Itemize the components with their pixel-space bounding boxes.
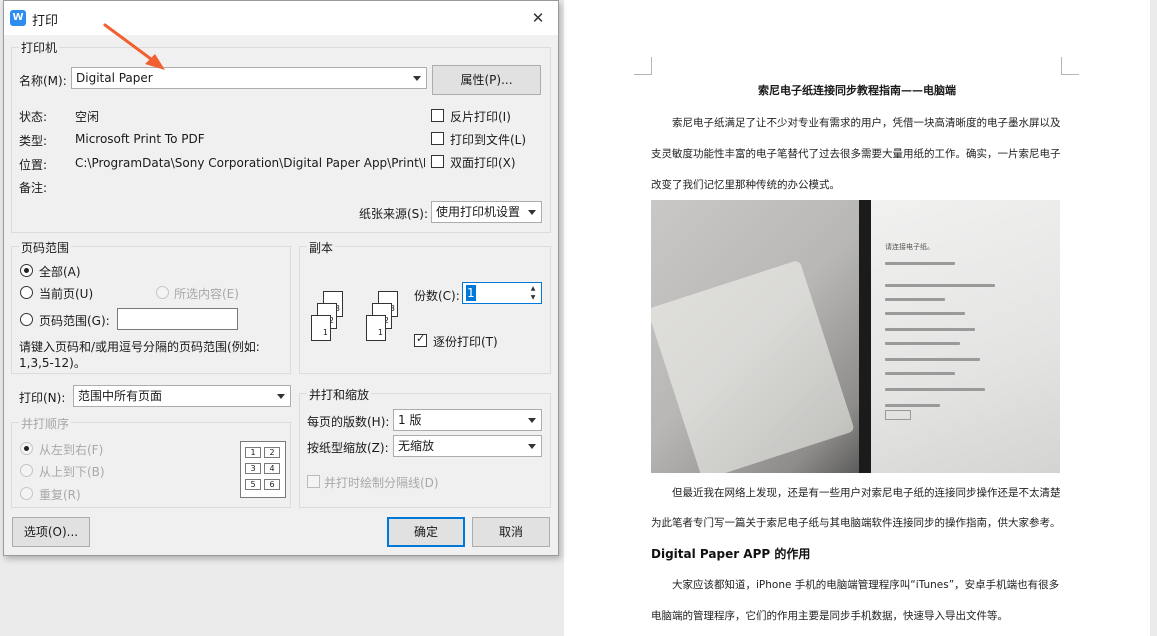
order-top-bottom-label[interactable]: 从上到下(B): [39, 463, 105, 480]
page-range-hint: 1,3,5-12)。: [19, 356, 86, 370]
close-icon[interactable]: ✕: [526, 7, 550, 29]
reverse-print-label[interactable]: 反片打印(I): [450, 108, 511, 125]
pages-per-sheet-label: 每页的版数(H):: [307, 415, 390, 429]
zoom-group-label: 并打和缩放: [307, 386, 372, 403]
type-label: 类型:: [19, 134, 48, 148]
chevron-down-icon: [413, 76, 421, 81]
pages-per-sheet-select[interactable]: 1 版: [393, 409, 542, 431]
pages-per-sheet-value: 1 版: [398, 413, 422, 427]
copies-value[interactable]: 1: [466, 285, 476, 301]
order-repeat-radio[interactable]: [20, 487, 33, 500]
paper-source-value: 使用打印机设置: [436, 205, 521, 219]
photo-tablet-screen: 请连接电子纸。: [859, 200, 1060, 473]
range-selection-radio[interactable]: [156, 286, 169, 299]
page-range-input[interactable]: [117, 308, 238, 330]
order-repeat-label[interactable]: 重复(R): [39, 486, 81, 503]
cancel-button[interactable]: 取消: [472, 517, 550, 547]
scale-select[interactable]: 无缩放: [393, 435, 542, 457]
range-all-label[interactable]: 全部(A): [39, 263, 81, 280]
print-dialog: W 打印 ✕ 打印机 名称(M): Digital Paper 属性(P)...…: [3, 0, 559, 556]
range-current-radio[interactable]: [20, 286, 33, 299]
reverse-print-checkbox[interactable]: [431, 109, 444, 122]
chevron-down-icon: [528, 418, 536, 423]
doc-paragraph-line: 大家应该都知道，iPhone 手机的电脑端管理程序叫“iTunes”，安卓手机端…: [672, 579, 1060, 591]
scale-value: 无缩放: [398, 439, 435, 453]
collate-label[interactable]: 逐份打印(T): [433, 333, 498, 350]
doc-paragraph-line: 为此笔者专门写一篇关于索尼电子纸与其电脑端软件连接同步的操作指南，供大家参考。: [651, 517, 1061, 529]
order-left-right-label[interactable]: 从左到右(F): [39, 441, 103, 458]
duplex-checkbox[interactable]: [431, 155, 444, 168]
range-pages-label[interactable]: 页码范围(G):: [39, 312, 110, 329]
photo-screen-text: 请连接电子纸。: [885, 243, 934, 251]
print-to-file-checkbox[interactable]: [431, 132, 444, 145]
wps-app-icon: W: [10, 10, 26, 26]
doc-paragraph-line: 改变了我们记忆里那种传统的办公模式。: [651, 179, 840, 191]
spin-up-icon[interactable]: ▲: [526, 284, 540, 293]
duplex-label[interactable]: 双面打印(X): [450, 154, 516, 171]
doc-paragraph-line: 电脑端的管理程序，它们的作用主要是同步手机数据，快速导入导出文件等。: [651, 610, 1008, 622]
print-what-select[interactable]: 范围中所有页面: [73, 385, 291, 407]
location-value: C:\ProgramData\Sony Corporation\Digital …: [75, 156, 425, 170]
status-value: 空闲: [75, 110, 100, 124]
collate-checkbox[interactable]: [414, 332, 427, 347]
chevron-down-icon: [277, 394, 285, 399]
doc-paragraph-line: 索尼电子纸满足了让不少对专业有需求的用户，凭借一块高清晰度的电子墨水屏以及一: [672, 117, 1061, 129]
page-corner-mark: [634, 57, 652, 75]
copies-group-label: 副本: [307, 239, 336, 256]
photo-blurred-device: [651, 259, 855, 473]
doc-paragraph-line: 支灵敏度功能性丰富的电子笔替代了过去很多需要大量用纸的工作。确实，一片索尼电子纸: [651, 148, 1061, 160]
range-selection-label[interactable]: 所选内容(E): [174, 285, 239, 302]
printer-group-label: 打印机: [19, 39, 60, 56]
scale-label: 按纸型缩放(Z):: [307, 441, 389, 455]
paper-source-select[interactable]: 使用打印机设置: [431, 201, 542, 223]
location-label: 位置:: [19, 158, 48, 172]
page-range-group-label: 页码范围: [19, 239, 72, 256]
annotation-arrow-icon: [103, 23, 165, 70]
comment-label: 备注:: [19, 181, 48, 195]
status-label: 状态:: [19, 110, 48, 124]
range-pages-radio[interactable]: [20, 313, 33, 326]
doc-heading: Digital Paper APP 的作用: [651, 547, 811, 561]
order-top-bottom-radio[interactable]: [20, 464, 33, 477]
page-order-preview: 1 2 3 4 5 6: [240, 441, 286, 498]
spin-down-icon[interactable]: ▼: [526, 293, 540, 302]
document-page: 索尼电子纸连接同步教程指南——电脑端 索尼电子纸满足了让不少对专业有需求的用户，…: [564, 0, 1150, 636]
paper-source-label: 纸张来源(S):: [359, 207, 429, 221]
doc-paragraph-line: 但最近我在网络上发现，还是有一些用户对索尼电子纸的连接同步操作还是不太清楚，: [672, 487, 1061, 499]
options-button[interactable]: 选项(O)...: [12, 517, 90, 547]
draw-divider-label[interactable]: 并打时绘制分隔线(D): [324, 474, 439, 491]
ok-button[interactable]: 确定: [387, 517, 465, 547]
draw-divider-checkbox[interactable]: [307, 475, 320, 488]
copies-label: 份数(C):: [414, 289, 460, 303]
dialog-title: 打印: [32, 14, 59, 29]
page-corner-mark: [1061, 57, 1079, 75]
properties-button[interactable]: 属性(P)...: [432, 65, 541, 95]
print-what-value: 范围中所有页面: [78, 389, 163, 403]
type-value: Microsoft Print To PDF: [75, 132, 205, 146]
copies-stepper[interactable]: 1 ▲ ▼: [462, 282, 542, 304]
print-order-group-label: 并打顺序: [19, 415, 72, 432]
order-left-right-radio[interactable]: [20, 442, 33, 455]
page-range-hint: 请键入页码和/或用逗号分隔的页码范围(例如:: [19, 340, 260, 354]
printer-name-label: 名称(M):: [19, 74, 67, 88]
range-all-radio[interactable]: [20, 264, 33, 277]
print-to-file-label[interactable]: 打印到文件(L): [450, 131, 526, 148]
print-what-label: 打印(N):: [19, 391, 66, 405]
document-title: 索尼电子纸连接同步教程指南——电脑端: [758, 84, 956, 97]
chevron-down-icon: [528, 210, 536, 215]
document-photo: 请连接电子纸。: [651, 200, 1060, 473]
range-current-label[interactable]: 当前页(U): [39, 285, 93, 302]
chevron-down-icon: [528, 444, 536, 449]
dialog-titlebar[interactable]: W 打印 ✕: [4, 1, 558, 35]
